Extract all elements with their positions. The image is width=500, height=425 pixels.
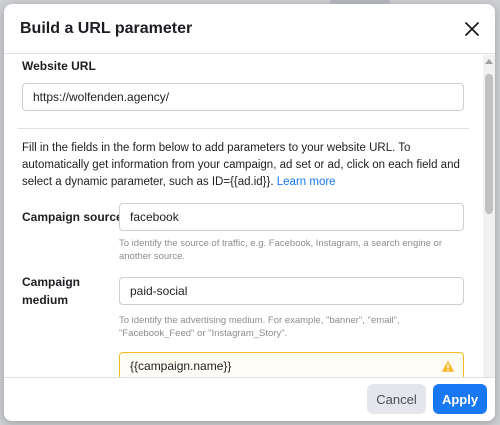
- dialog-header: Build a URL parameter: [4, 4, 495, 54]
- website-url-value: https://wolfenden.agency/: [33, 90, 170, 104]
- warning-icon: [441, 360, 455, 372]
- close-button[interactable]: [459, 16, 485, 42]
- campaign-source-label: Campaign source: [22, 210, 123, 224]
- dialog-title: Build a URL parameter: [20, 19, 193, 37]
- section-divider: [18, 128, 469, 129]
- campaign-source-value: facebook: [130, 210, 179, 224]
- dialog-body: Website URL https://wolfenden.agency/ Fi…: [4, 55, 495, 377]
- campaign-medium-label-line2: medium: [22, 293, 69, 307]
- campaign-medium-value: paid-social: [130, 284, 188, 298]
- campaign-source-input[interactable]: facebook: [119, 203, 464, 231]
- campaign-name-input[interactable]: {{campaign.name}}: [119, 352, 464, 377]
- dialog-footer: Cancel Apply: [4, 377, 495, 421]
- website-url-label: Website URL: [22, 59, 96, 73]
- intro-description: Fill in the fields in the form below to …: [22, 140, 474, 191]
- campaign-source-helper: To identify the source of traffic, e.g. …: [119, 238, 442, 262]
- scrollbar-thumb[interactable]: [485, 74, 493, 214]
- scroll-up-icon[interactable]: [485, 57, 493, 65]
- close-icon: [465, 22, 479, 36]
- intro-text: Fill in the fields in the form below to …: [22, 142, 460, 188]
- cancel-button[interactable]: Cancel: [367, 384, 426, 414]
- website-url-input[interactable]: https://wolfenden.agency/: [22, 83, 464, 111]
- url-parameter-dialog: Build a URL parameter Website URL https:…: [4, 4, 495, 421]
- campaign-medium-label-line1: Campaign: [22, 275, 81, 289]
- campaign-medium-helper: To identify the advertising medium. For …: [119, 315, 400, 339]
- apply-button[interactable]: Apply: [433, 384, 487, 414]
- campaign-name-value: {{campaign.name}}: [130, 359, 232, 373]
- learn-more-link[interactable]: Learn more: [277, 176, 336, 188]
- campaign-medium-input[interactable]: paid-social: [119, 277, 464, 305]
